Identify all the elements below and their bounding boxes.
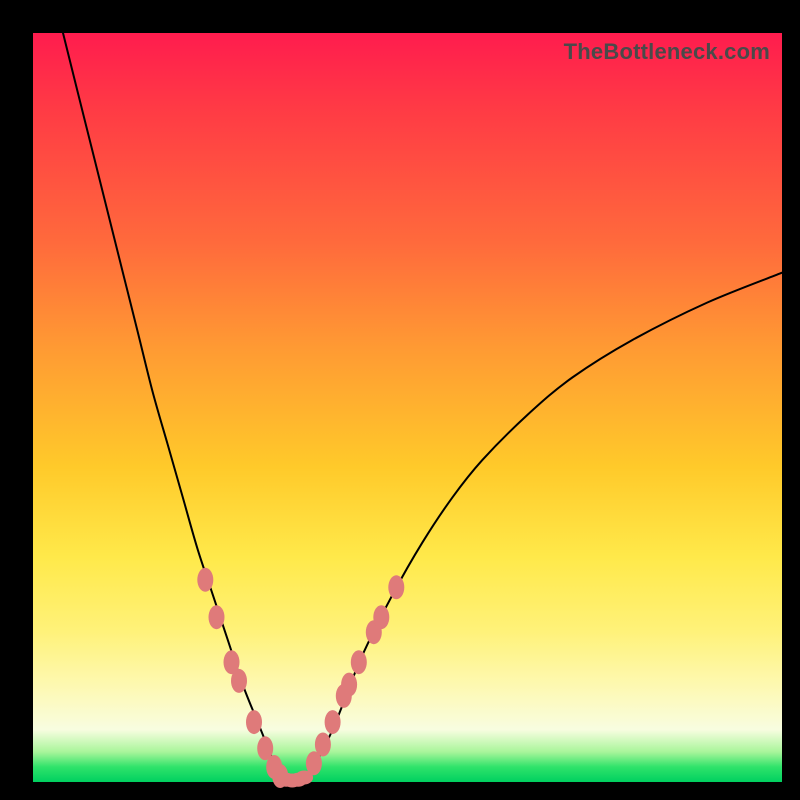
plot-area: TheBottleneck.com	[33, 33, 782, 782]
bead-marker	[325, 710, 341, 734]
bead-marker	[351, 650, 367, 674]
bead-marker	[373, 605, 389, 629]
bead-marker	[209, 605, 225, 629]
bead-marker	[246, 710, 262, 734]
bead-marker	[315, 733, 331, 757]
bead-marker	[197, 568, 213, 592]
bead-marker	[388, 575, 404, 599]
bead-marker	[341, 673, 357, 697]
bottleneck-curve	[63, 33, 782, 782]
curve-beads	[197, 568, 404, 788]
bead-marker	[231, 669, 247, 693]
chart-svg	[33, 33, 782, 782]
outer-frame: TheBottleneck.com	[0, 0, 800, 800]
